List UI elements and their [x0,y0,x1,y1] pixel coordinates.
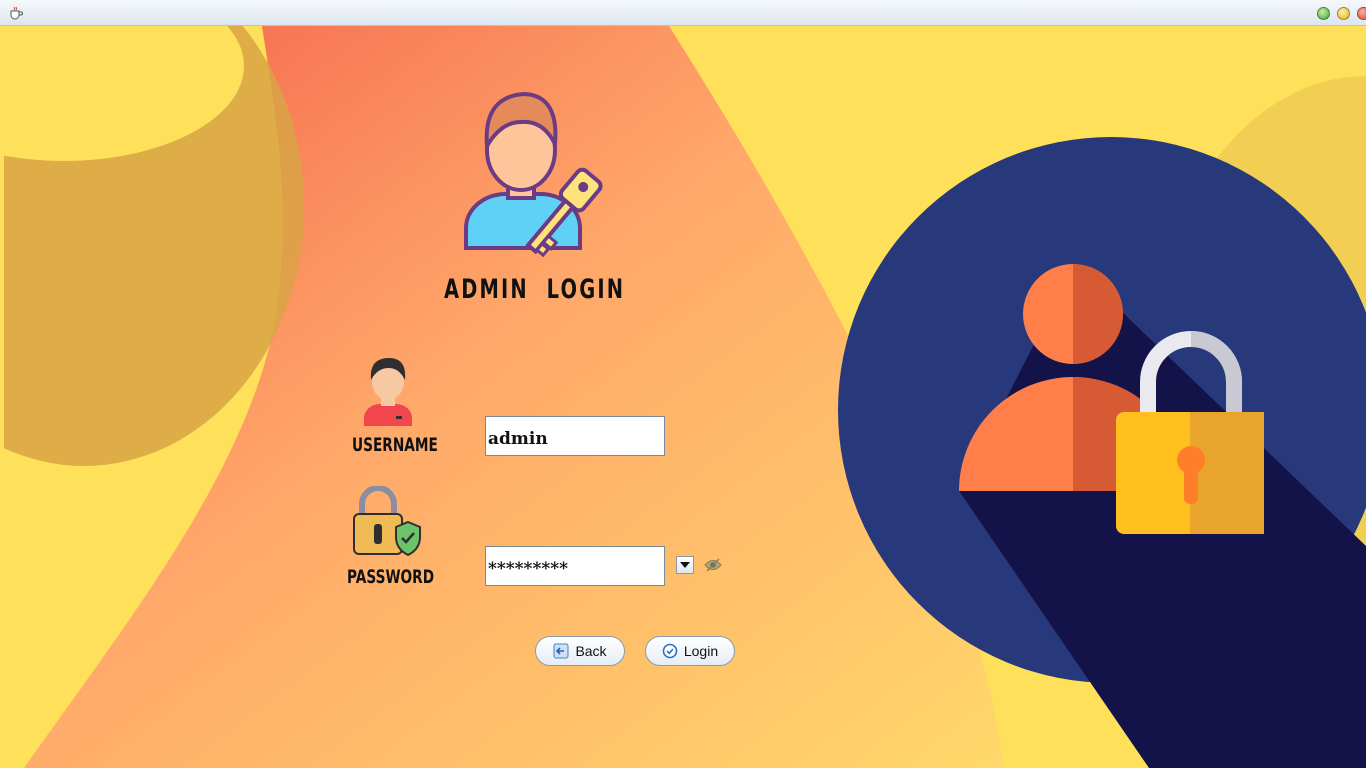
user-avatar-icon [364,358,412,426]
eye-hidden-icon[interactable] [704,558,722,572]
page-title: ADMIN LOGIN [444,274,626,305]
close-button[interactable] [1357,7,1366,20]
window-titlebar [0,0,1366,26]
password-label: PASSWORD [347,566,435,588]
admin-key-icon [464,91,603,258]
username-label: USERNAME [352,434,438,456]
checkmark-icon [680,562,690,568]
back-button-label: Back [575,643,607,659]
login-button[interactable]: Login [645,636,735,666]
back-arrow-icon [553,643,569,659]
username-input[interactable]: admin [485,416,665,456]
back-button[interactable]: Back [535,636,625,666]
java-cup-icon [10,6,23,20]
padlock-shield-icon [353,486,421,557]
check-circle-icon [662,643,678,659]
show-password-checkbox[interactable] [676,556,694,574]
maximize-button[interactable] [1337,7,1350,20]
password-input[interactable]: ********* [485,546,665,586]
minimize-button[interactable] [1317,7,1330,20]
login-panel: ADMIN LOGIN USERNAME admin PASSWORD ****… [4,26,1366,768]
login-button-label: Login [683,643,719,659]
